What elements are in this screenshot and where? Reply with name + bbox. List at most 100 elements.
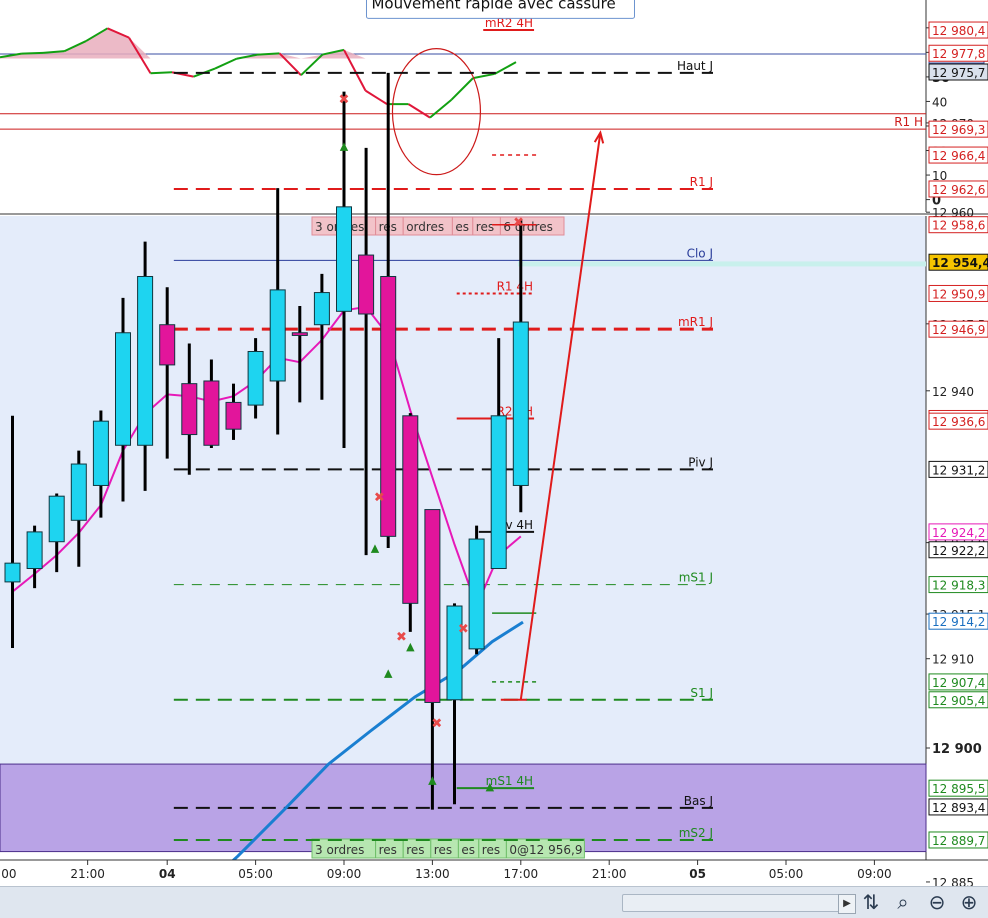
candle-bearish — [203, 380, 220, 446]
candle-bearish — [225, 401, 242, 430]
price-axis-tag-label: 12 893,4 — [932, 801, 985, 815]
time-x-tick-label: 09:00 — [327, 867, 362, 881]
time-x-tick-label: 04 — [159, 867, 176, 881]
price-axis-tag-label: 12 975,7 — [932, 66, 985, 80]
order-tag-bottom-label: res — [406, 843, 424, 857]
order-tag-top-label: 6 ordres — [503, 220, 552, 234]
trade-exit-marker: ✖ — [458, 622, 469, 637]
zoom-fit-icon[interactable]: ⌕ — [890, 890, 916, 914]
pivot-level-label: mS1 J — [679, 571, 713, 585]
candle-bullish — [247, 351, 264, 406]
trade-entry-marker: ▲ — [486, 780, 495, 793]
candle-bearish — [181, 383, 198, 436]
price-axis-tag-label: 12 946,9 — [932, 323, 985, 337]
price-axis-tag-label: 12 922,2 — [932, 544, 985, 558]
price-y-tick-label: 12 910 — [932, 653, 974, 667]
pivot-level-label: mS2 J — [679, 826, 713, 840]
candle-bullish — [115, 332, 131, 446]
time-x-tick-label: 09:00 — [857, 867, 892, 881]
candle-bullish — [48, 495, 65, 543]
annotation-text: Mouvement rapide avec cassure — [371, 0, 615, 12]
order-tag-bottom-label: res — [482, 843, 500, 857]
auto-scale-icon[interactable]: ⇅ — [858, 890, 884, 914]
order-tag-bottom-label: 0@12 956,9 — [509, 843, 582, 857]
candle-bullish — [4, 562, 21, 583]
pivot-level-label: R1 J — [690, 175, 713, 189]
price-axis-tag-label: 12 966,4 — [932, 149, 985, 163]
candle-bullish — [490, 415, 507, 570]
time-x-tick-label: 17:00 — [504, 867, 539, 881]
candle-bearish — [358, 254, 375, 315]
trade-exit-marker: ✖ — [339, 92, 350, 107]
time-axis: 17:00 21:00 04 05:00 09:00 13:00 17:00 21:00 05 0… — [0, 859, 988, 886]
price-axis-tag-label: 12 962,6 — [932, 183, 985, 197]
price-axis-tag-label: 12 924,2 — [932, 526, 985, 540]
price-axis-tag-label: 12 936,6 — [932, 415, 985, 429]
price-axis-tag-label: 12 950,9 — [932, 287, 985, 301]
candle-bearish — [159, 324, 176, 366]
candle-bullish — [468, 538, 485, 650]
time-x-tick-label: 05:00 — [238, 867, 273, 881]
price-y-tick-label: 12 940 — [932, 385, 974, 399]
oscillator-background — [0, 0, 926, 212]
oscillator-line-segment — [257, 52, 280, 56]
trade-entry-marker: ▲ — [384, 667, 393, 680]
chart-app: 70605040302010059,347 3 ordresresordrese… — [0, 0, 988, 918]
oscillator-line-segment — [21, 51, 44, 55]
time-x-tick-label: 21:00 — [70, 867, 105, 881]
time-x-tick-label: 17:00 — [0, 867, 17, 881]
trade-entry-marker: ▲ — [340, 140, 349, 153]
pivot-level-label: R1 H — [894, 115, 923, 129]
price-axis-tag-label: 12 907,4 — [932, 676, 985, 690]
order-tag-bottom-label: res — [379, 843, 397, 857]
price-axis-tag-label: 12 905,4 — [932, 694, 985, 708]
trade-exit-marker: ✖ — [431, 716, 442, 731]
pivot-level-label: S1 J — [690, 686, 713, 700]
chart-canvas: 70605040302010059,347 3 ordresresordrese… — [0, 0, 988, 896]
pivot-level-label: Clo J — [687, 246, 713, 260]
price-axis-tag-label: 12 954,4 — [932, 256, 988, 270]
order-tag-bottom-label: res — [434, 843, 452, 857]
candle-bearish — [291, 332, 308, 336]
zoom-in-icon[interactable]: ⊕ — [956, 890, 982, 914]
price-axis-tag-label: 12 977,8 — [932, 47, 985, 61]
price-axis-tag-label: 12 958,6 — [932, 219, 985, 233]
candle-bullish — [446, 605, 463, 701]
candle-bearish — [424, 509, 441, 703]
scroll-right-button[interactable]: ▶ — [838, 894, 856, 914]
time-x-tick-label: 13:00 — [415, 867, 450, 881]
order-tag-bottom-label: es — [461, 843, 475, 857]
candle-bullish — [269, 289, 286, 382]
price-axis-tag-label: 12 889,7 — [932, 834, 985, 848]
pivot-level-label: Bas J — [684, 794, 713, 808]
time-x-tick-label: 05 — [689, 867, 706, 881]
price-axis-tag-label: 12 895,5 — [932, 782, 985, 796]
order-tag-top-label: ordres — [406, 220, 444, 234]
time-x-tick-label: 21:00 — [592, 867, 627, 881]
price-y-tick-label: 12 900 — [932, 742, 982, 757]
price-axis-tag-label: 12 914,2 — [932, 615, 985, 629]
oscillator-pane: 70605040302010059,347 — [0, 0, 988, 212]
price-axis-tag-label: 12 969,3 — [932, 123, 985, 137]
candle-bullish — [512, 321, 529, 486]
h4-level-label: R1 4H — [497, 279, 533, 293]
zoom-out-icon[interactable]: ⊖ — [924, 890, 950, 914]
trade-entry-marker: ▲ — [428, 774, 437, 787]
trade-entry-marker: ▲ — [406, 640, 415, 653]
candle-bullish — [336, 206, 352, 312]
price-axis-tag-label: 12 918,3 — [932, 579, 985, 593]
order-tag-top-label: es — [455, 220, 469, 234]
candle-bullish — [70, 463, 87, 521]
trade-exit-marker: ✖ — [513, 215, 524, 230]
pivot-level-label: Piv J — [688, 455, 713, 469]
candle-bearish — [402, 415, 419, 604]
close-band — [518, 261, 926, 267]
price-axis-tag-label: 12 931,2 — [932, 463, 985, 477]
candle-bullish — [313, 292, 330, 326]
oscillator-line-segment — [150, 71, 173, 75]
pivot-level-label: mR1 J — [678, 315, 713, 329]
horizontal-scrollbar[interactable] — [622, 894, 844, 912]
candle-bullish — [26, 531, 43, 570]
price-axis-tag-label: 12 980,4 — [932, 24, 985, 38]
price-axis-background — [926, 216, 988, 830]
